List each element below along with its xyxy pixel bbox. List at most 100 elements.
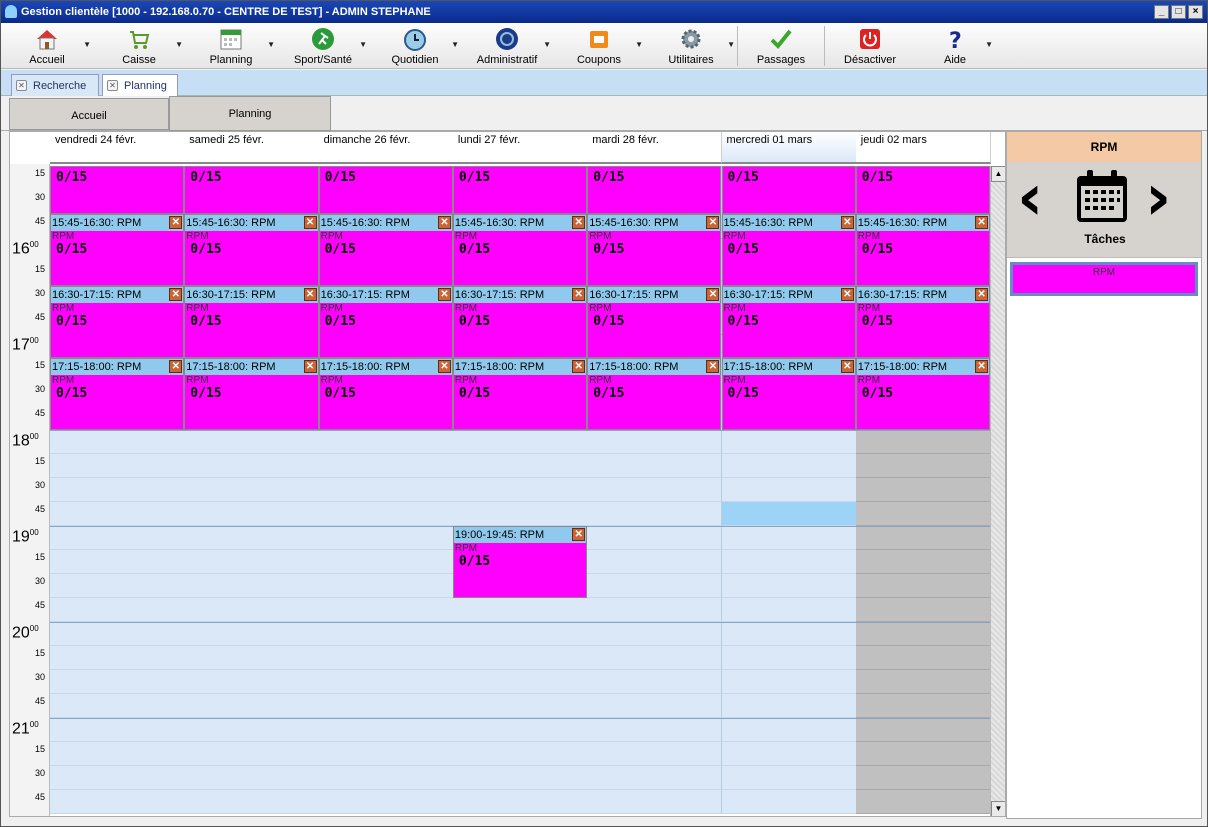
time-slot-cell[interactable] <box>855 430 992 454</box>
time-slot-cell[interactable] <box>721 790 857 814</box>
time-slot-cell[interactable] <box>184 718 320 742</box>
time-slot-cell[interactable] <box>318 766 454 790</box>
time-slot-cell[interactable] <box>721 526 857 550</box>
dropdown-arrow-icon[interactable]: ▼ <box>451 40 459 49</box>
day-header[interactable]: mardi 28 févr. <box>587 132 723 164</box>
time-slot-cell[interactable] <box>452 478 589 502</box>
time-slot-cell[interactable] <box>184 454 320 478</box>
time-slot-cell[interactable] <box>587 622 723 646</box>
time-slot-cell[interactable] <box>184 766 320 790</box>
time-slot-cell[interactable] <box>318 550 454 574</box>
event-block[interactable]: 15:45-16:30: RPM ✕ RPM 0/15 <box>587 214 722 286</box>
vertical-scrollbar[interactable]: ▲ ▼ <box>990 166 1005 816</box>
time-slot-cell[interactable] <box>721 598 857 622</box>
time-slot-cell[interactable] <box>452 790 589 814</box>
tab-planning[interactable]: ✕ Planning <box>102 74 178 96</box>
time-slot-cell[interactable] <box>587 478 723 502</box>
event-block[interactable]: 19:00-19:45: RPM ✕ RPM 0/15 <box>452 526 588 598</box>
time-slot-cell[interactable] <box>50 718 186 742</box>
event-block[interactable]: 17:15-18:00: RPM ✕ RPM 0/15 <box>855 358 991 430</box>
dropdown-arrow-icon[interactable]: ▼ <box>727 40 735 49</box>
time-slot-cell[interactable] <box>721 550 857 574</box>
time-slot-cell[interactable] <box>452 718 589 742</box>
maximize-button[interactable]: □ <box>1171 5 1186 19</box>
toolbar-button-administratif[interactable]: Administratif ▼ <box>461 23 553 69</box>
time-slot-cell[interactable] <box>721 646 857 670</box>
time-slot-cell[interactable] <box>318 526 454 550</box>
time-slot-cell[interactable] <box>318 454 454 478</box>
dropdown-arrow-icon[interactable]: ▼ <box>267 40 275 49</box>
event-block[interactable]: 16:30-17:15: RPM ✕ RPM 0/15 <box>721 286 856 358</box>
time-slot-cell[interactable] <box>318 718 454 742</box>
subtab-accueil[interactable]: Accueil <box>9 98 169 130</box>
toolbar-button-coupons[interactable]: Coupons ▼ <box>553 23 645 69</box>
time-slot-cell[interactable] <box>721 742 857 766</box>
time-slot-cell[interactable] <box>587 718 723 742</box>
time-slot-cell[interactable] <box>587 742 723 766</box>
toolbar-button-accueil[interactable]: Accueil ▼ <box>1 23 93 69</box>
time-slot-cell[interactable] <box>587 550 723 574</box>
time-slot-cell[interactable] <box>855 790 992 814</box>
time-slot-cell[interactable] <box>721 430 857 454</box>
time-slot-cell[interactable] <box>587 646 723 670</box>
time-slot-cell[interactable] <box>721 718 857 742</box>
time-slot-cell[interactable] <box>184 790 320 814</box>
event-block[interactable]: 17:15-18:00: RPM ✕ RPM 0/15 <box>587 358 722 430</box>
remove-event-icon[interactable]: ✕ <box>303 216 317 229</box>
remove-event-icon[interactable]: ✕ <box>840 288 854 301</box>
time-slot-cell[interactable] <box>855 742 992 766</box>
event-block[interactable]: 16:30-17:15: RPM ✕ RPM 0/15 <box>587 286 722 358</box>
event-block[interactable]: 17:15-18:00: RPM ✕ RPM 0/15 <box>184 358 319 430</box>
remove-event-icon[interactable]: ✕ <box>303 288 317 301</box>
time-slot-cell[interactable] <box>50 430 186 454</box>
remove-event-icon[interactable]: ✕ <box>706 216 720 229</box>
time-slot-cell[interactable] <box>721 502 857 526</box>
time-slot-cell[interactable] <box>855 622 992 646</box>
event-block[interactable]: 15:45-16:30: RPM ✕ RPM 0/15 <box>318 214 453 286</box>
dropdown-arrow-icon[interactable]: ▼ <box>985 40 993 49</box>
toolbar-button-passages[interactable]: Passages <box>738 23 824 69</box>
chevron-right-icon[interactable]: › <box>1145 166 1171 230</box>
time-slot-cell[interactable] <box>855 550 992 574</box>
time-slot-cell[interactable] <box>50 478 186 502</box>
time-slot-cell[interactable] <box>184 646 320 670</box>
event-block[interactable]: 15:45-16:30: RPM ✕ RPM 0/15 <box>855 214 991 286</box>
remove-event-icon[interactable]: ✕ <box>975 288 989 301</box>
remove-event-icon[interactable]: ✕ <box>975 216 989 229</box>
time-slot-cell[interactable] <box>318 622 454 646</box>
time-slot-cell[interactable] <box>50 574 186 598</box>
time-slot-cell[interactable] <box>184 670 320 694</box>
time-slot-cell[interactable] <box>452 742 589 766</box>
day-header[interactable]: samedi 25 févr. <box>184 132 320 164</box>
dropdown-arrow-icon[interactable]: ▼ <box>635 40 643 49</box>
toolbar-button-dsactiver[interactable]: Désactiver <box>825 23 915 69</box>
day-header[interactable]: lundi 27 févr. <box>452 132 589 164</box>
time-slot-cell[interactable] <box>452 502 589 526</box>
time-slot-cell[interactable] <box>184 574 320 598</box>
day-header[interactable]: mercredi 01 mars <box>721 132 857 164</box>
time-slot-cell[interactable] <box>452 670 589 694</box>
time-slot-cell[interactable] <box>855 526 992 550</box>
time-slot-cell[interactable] <box>721 766 857 790</box>
time-slot-cell[interactable] <box>721 478 857 502</box>
time-slot-cell[interactable] <box>721 454 857 478</box>
close-tab-icon[interactable]: ✕ <box>107 80 118 91</box>
day-header[interactable]: dimanche 26 févr. <box>318 132 454 164</box>
time-slot-cell[interactable] <box>184 502 320 526</box>
event-block[interactable]: 0/15 <box>184 166 319 214</box>
time-slot-cell[interactable] <box>452 430 589 454</box>
close-tab-icon[interactable]: ✕ <box>16 80 27 91</box>
event-block[interactable]: 16:30-17:15: RPM ✕ RPM 0/15 <box>50 286 185 358</box>
event-block[interactable]: 0/15 <box>587 166 722 214</box>
time-slot-cell[interactable] <box>855 574 992 598</box>
time-slot-cell[interactable] <box>587 790 723 814</box>
time-slot-cell[interactable] <box>318 478 454 502</box>
time-slot-cell[interactable] <box>318 574 454 598</box>
time-slot-cell[interactable] <box>721 670 857 694</box>
remove-event-icon[interactable]: ✕ <box>169 288 183 301</box>
event-block[interactable]: 15:45-16:30: RPM ✕ RPM 0/15 <box>452 214 588 286</box>
event-block[interactable]: 17:15-18:00: RPM ✕ RPM 0/15 <box>50 358 185 430</box>
chevron-left-icon[interactable]: ‹ <box>1017 166 1043 230</box>
remove-event-icon[interactable]: ✕ <box>706 360 720 373</box>
time-slot-cell[interactable] <box>452 454 589 478</box>
